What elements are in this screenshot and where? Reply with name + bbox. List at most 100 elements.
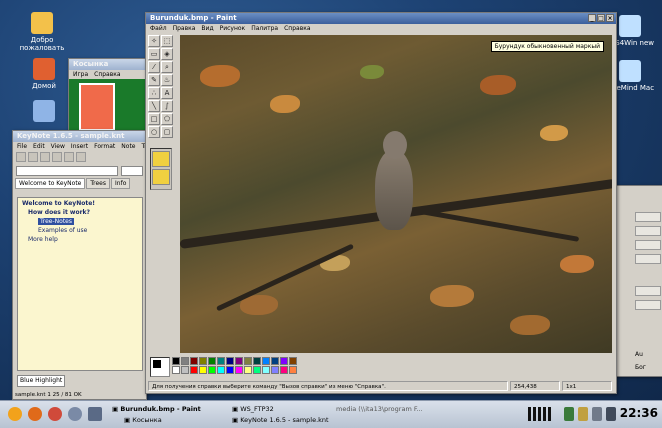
pencil-icon[interactable]: ✎: [148, 74, 160, 86]
rect-select-icon[interactable]: ⬚: [161, 35, 173, 47]
firefox-icon[interactable]: [28, 407, 42, 421]
tray-icon[interactable]: [592, 407, 602, 421]
side-button[interactable]: [635, 286, 661, 296]
kosynka-titlebar[interactable]: Косынка: [69, 59, 149, 70]
new-icon[interactable]: [16, 152, 26, 162]
color-swatch[interactable]: [280, 366, 288, 374]
color-swatch[interactable]: [226, 366, 234, 374]
tree-item-examples[interactable]: Examples of use: [38, 227, 87, 234]
color-swatch[interactable]: [208, 366, 216, 374]
note-tree[interactable]: Welcome to KeyNote! How does it work? Tr…: [17, 197, 143, 371]
color-swatch[interactable]: [199, 357, 207, 365]
font-size-select[interactable]: [121, 166, 143, 176]
terminal-icon[interactable]: [88, 407, 102, 421]
task-paint[interactable]: ▣ Burunduk.bmp - Paint: [112, 404, 201, 414]
magnifier-icon[interactable]: ⌕: [161, 61, 173, 73]
paint-titlebar[interactable]: Burunduk.bmp - Paint _ □ ×: [146, 13, 616, 24]
rounded-rect-icon[interactable]: ▢: [161, 126, 173, 138]
color-swatch[interactable]: [262, 357, 270, 365]
tab-trees[interactable]: Trees: [86, 178, 111, 189]
color-swatch[interactable]: [262, 366, 270, 374]
picker-icon[interactable]: ⁄: [148, 61, 160, 73]
menu-game[interactable]: Игра: [73, 70, 88, 79]
tree-item-welcome[interactable]: Welcome to KeyNote!: [22, 200, 95, 207]
option-opaque-icon[interactable]: [152, 151, 170, 167]
playing-card[interactable]: [79, 83, 115, 131]
clock[interactable]: 22:36: [620, 406, 658, 420]
color-swatch[interactable]: [190, 357, 198, 365]
menu-note[interactable]: Note: [121, 142, 135, 151]
minimize-icon[interactable]: _: [588, 14, 596, 22]
menu-file[interactable]: Файл: [150, 24, 167, 33]
browser-icon[interactable]: [48, 407, 62, 421]
save-icon[interactable]: [40, 152, 50, 162]
task-wsftp[interactable]: ▣ WS_FTP32: [232, 404, 274, 414]
keynote-window[interactable]: KeyNote 1.6.5 - sample.knt File Edit Vie…: [12, 130, 154, 400]
color-swatch[interactable]: [253, 366, 261, 374]
background-window[interactable]: Au Бог: [614, 185, 662, 377]
tray-icon[interactable]: [578, 407, 588, 421]
color-swatch[interactable]: [244, 366, 252, 374]
airbrush-icon[interactable]: ∴: [148, 87, 160, 99]
curve-icon[interactable]: ∫: [161, 100, 173, 112]
eraser-icon[interactable]: ▭: [148, 48, 160, 60]
network-icon[interactable]: [528, 407, 552, 421]
menu-help[interactable]: Справка: [284, 24, 310, 33]
side-button[interactable]: [635, 254, 661, 264]
color-swatch[interactable]: [208, 357, 216, 365]
text-icon[interactable]: A: [161, 87, 173, 99]
color-swatch[interactable]: [253, 357, 261, 365]
menu-palette[interactable]: Палитра: [251, 24, 278, 33]
menu-format[interactable]: Format: [94, 142, 115, 151]
style-select[interactable]: Blue Highlight: [17, 375, 66, 387]
paste-icon[interactable]: [76, 152, 86, 162]
menu-view[interactable]: Вид: [201, 24, 213, 33]
color-swatch[interactable]: [217, 357, 225, 365]
free-select-icon[interactable]: ✧: [148, 35, 160, 47]
color-swatch[interactable]: [235, 366, 243, 374]
maximize-icon[interactable]: □: [597, 14, 605, 22]
tree-item-more-help[interactable]: More help: [28, 236, 58, 243]
open-icon[interactable]: [28, 152, 38, 162]
tray-icon[interactable]: [564, 407, 574, 421]
files-icon[interactable]: [68, 407, 82, 421]
tool-options[interactable]: [150, 148, 172, 190]
task-media[interactable]: media (\\ita13\program F...: [336, 404, 423, 414]
side-button[interactable]: [635, 212, 661, 222]
desktop-icon-computer[interactable]: [12, 100, 76, 124]
color-swatch[interactable]: [271, 366, 279, 374]
ellipse-icon[interactable]: ○: [148, 126, 160, 138]
copy-icon[interactable]: [64, 152, 74, 162]
line-icon[interactable]: ╲: [148, 100, 160, 112]
side-button[interactable]: [635, 300, 661, 310]
color-swatch[interactable]: [280, 357, 288, 365]
color-swatch[interactable]: [271, 357, 279, 365]
tray-icon[interactable]: [606, 407, 616, 421]
start-menu-icon[interactable]: [8, 407, 22, 421]
side-button[interactable]: [635, 226, 661, 236]
rectangle-icon[interactable]: □: [148, 113, 160, 125]
desktop-icon-welcome[interactable]: Добро пожаловать: [10, 12, 74, 52]
color-swatch[interactable]: [289, 357, 297, 365]
option-transparent-icon[interactable]: [152, 169, 170, 185]
menu-help[interactable]: Справка: [94, 70, 120, 79]
current-colors[interactable]: [150, 357, 170, 377]
task-kosynka[interactable]: ▣ Косынка: [124, 415, 162, 425]
cut-icon[interactable]: [52, 152, 62, 162]
menu-file[interactable]: File: [17, 142, 27, 151]
color-swatch[interactable]: [217, 366, 225, 374]
color-swatch[interactable]: [235, 357, 243, 365]
menu-image[interactable]: Рисунок: [220, 24, 246, 33]
color-swatch[interactable]: [244, 357, 252, 365]
tree-item-tree-notes[interactable]: Tree-Notes: [38, 218, 74, 225]
polygon-icon[interactable]: ⬠: [161, 113, 173, 125]
side-button[interactable]: [635, 240, 661, 250]
color-swatch[interactable]: [172, 366, 180, 374]
menu-edit[interactable]: Edit: [33, 142, 45, 151]
paint-canvas[interactable]: Бурундук обыкновенный маркый: [180, 35, 612, 353]
color-swatch[interactable]: [199, 366, 207, 374]
task-keynote[interactable]: ▣ KeyNote 1.6.5 - sample.knt: [232, 415, 329, 425]
kosynka-window[interactable]: Косынка Игра Справка: [68, 58, 150, 132]
keynote-titlebar[interactable]: KeyNote 1.6.5 - sample.knt: [13, 131, 146, 142]
color-swatch[interactable]: [190, 366, 198, 374]
